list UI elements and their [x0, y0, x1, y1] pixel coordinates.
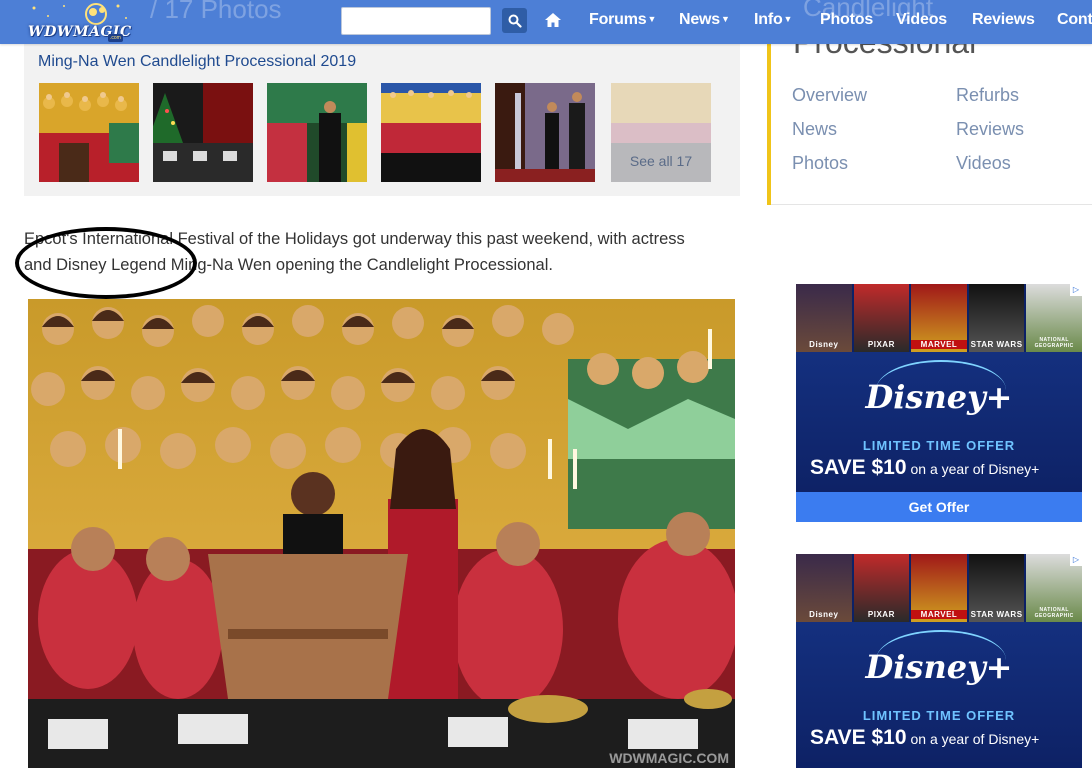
- ad-body: Disney+ LIMITED TIME OFFER SAVE $10 on a …: [796, 352, 1082, 492]
- poster-label: NATIONAL GEOGRAPHIC: [1034, 337, 1074, 349]
- sidebar-link-news[interactable]: News: [792, 119, 837, 140]
- nav-news[interactable]: News▼: [679, 11, 730, 29]
- nav-forums[interactable]: Forums▼: [589, 11, 656, 29]
- article-paragraph: Epcot's International Festival of the Ho…: [24, 226, 744, 278]
- poster-label: MARVEL: [911, 340, 967, 349]
- ad-save-amount: SAVE $10: [810, 456, 907, 479]
- ad-poster: STAR WARS: [968, 554, 1027, 622]
- ad-poster-strip: Disney PIXAR MARVEL STAR WARS NATIONAL G…: [796, 284, 1082, 352]
- choir-performance-photo: [28, 299, 735, 768]
- ad-poster: PIXAR: [853, 284, 912, 352]
- poster-label: STAR WARS: [970, 340, 1023, 349]
- see-all-photos-button[interactable]: See all 17: [611, 83, 711, 182]
- choir-photo-thumbnail: [39, 83, 139, 182]
- conductor-photo-thumbnail: [495, 83, 595, 182]
- ghost-sidebar-title: Candlelight: [803, 0, 934, 22]
- ad-info-icon[interactable]: ▷: [1070, 284, 1082, 296]
- disney-plus-logo: Disney+: [865, 378, 1013, 416]
- ad-save-detail: on a year of Disney+: [910, 731, 1040, 747]
- nav-forums-label: Forums: [589, 11, 647, 28]
- ad-body: Disney+ LIMITED TIME OFFER SAVE $10 on a …: [796, 622, 1082, 762]
- poster-label: PIXAR: [867, 610, 895, 619]
- poster-label: Disney: [809, 610, 839, 619]
- ad-poster: Disney: [796, 554, 854, 622]
- performer-photo-thumbnail: [267, 83, 367, 182]
- disney-plus-ad[interactable]: Disney PIXAR MARVEL STAR WARS NATIONAL G…: [796, 554, 1082, 768]
- search-input[interactable]: [341, 7, 491, 35]
- orchestra-photo-thumbnail: [153, 83, 253, 182]
- home-icon[interactable]: [544, 12, 562, 28]
- ad-poster: MARVEL: [911, 284, 969, 352]
- gallery-thumbnail[interactable]: [267, 83, 367, 182]
- ghost-page-title: / 17 Photos: [150, 0, 282, 24]
- get-offer-button[interactable]: Get Offer: [796, 492, 1082, 522]
- ad-poster: MARVEL: [911, 554, 969, 622]
- ad-save-detail: on a year of Disney+: [910, 461, 1040, 477]
- nav-info[interactable]: Info▼: [754, 11, 792, 29]
- ad-poster: PIXAR: [853, 554, 912, 622]
- top-navbar: WDWMAGIC .com / 17 Photos Forums▼ News▼ …: [0, 0, 1092, 44]
- sidebar-link-refurbs[interactable]: Refurbs: [956, 85, 1019, 106]
- nav-news-label: News: [679, 11, 720, 28]
- sidebar-divider: [771, 204, 1092, 205]
- ad-poster: STAR WARS: [968, 284, 1027, 352]
- photo-watermark: WDWMAGIC.COM: [609, 750, 729, 766]
- ad-info-icon[interactable]: ▷: [1070, 554, 1082, 566]
- caret-down-icon: ▼: [647, 14, 657, 24]
- see-all-label: See all 17: [629, 153, 693, 169]
- poster-label: NATIONAL GEOGRAPHIC: [1034, 607, 1074, 619]
- gallery-thumbnail[interactable]: [153, 83, 253, 182]
- nav-info-label: Info: [754, 11, 783, 28]
- ad-offer-text: LIMITED TIME OFFER: [862, 708, 1016, 723]
- gallery-thumbnail[interactable]: [39, 83, 139, 182]
- sidebar-link-photos[interactable]: Photos: [792, 153, 848, 174]
- poster-label: STAR WARS: [970, 610, 1023, 619]
- photo-gallery-strip: Ming-Na Wen Candlelight Processional 201…: [24, 44, 740, 196]
- ad-poster-strip: Disney PIXAR MARVEL STAR WARS NATIONAL G…: [796, 554, 1082, 622]
- search-icon: [508, 14, 522, 28]
- ad-poster: Disney: [796, 284, 854, 352]
- sidebar-link-videos[interactable]: Videos: [956, 153, 1011, 174]
- disney-plus-ad[interactable]: Disney PIXAR MARVEL STAR WARS NATIONAL G…: [796, 284, 1082, 522]
- caret-down-icon: ▼: [721, 14, 730, 24]
- sidebar-link-overview[interactable]: Overview: [792, 85, 867, 106]
- caret-down-icon: ▼: [783, 14, 793, 24]
- site-logo[interactable]: WDWMAGIC .com: [22, 0, 138, 44]
- ad-offer-text: LIMITED TIME OFFER: [862, 438, 1016, 453]
- nav-contact[interactable]: Conta: [1057, 11, 1092, 29]
- disney-plus-logo: Disney+: [865, 648, 1013, 686]
- sidebar-link-reviews[interactable]: Reviews: [956, 119, 1024, 140]
- ad-save-text: SAVE $10 on a year of Disney+: [810, 456, 1039, 480]
- poster-label: MARVEL: [911, 610, 967, 619]
- choir-photo-thumbnail: [381, 83, 481, 182]
- main-article-photo[interactable]: WDWMAGIC.COM: [28, 299, 735, 768]
- nav-reviews[interactable]: Reviews: [972, 11, 1035, 29]
- gallery-thumbnail[interactable]: [381, 83, 481, 182]
- logo-badge: .com: [108, 34, 123, 42]
- ad-save-text: SAVE $10 on a year of Disney+: [810, 726, 1039, 750]
- gallery-title[interactable]: Ming-Na Wen Candlelight Processional 201…: [38, 53, 356, 71]
- gallery-thumbnail[interactable]: [495, 83, 595, 182]
- poster-label: PIXAR: [867, 340, 895, 349]
- search-button[interactable]: [502, 8, 527, 33]
- article-line: Epcot's International Festival of the Ho…: [24, 230, 685, 248]
- poster-label: Disney: [809, 340, 839, 349]
- ad-save-amount: SAVE $10: [810, 726, 907, 749]
- article-line: and Disney Legend Ming-Na Wen opening th…: [24, 256, 553, 274]
